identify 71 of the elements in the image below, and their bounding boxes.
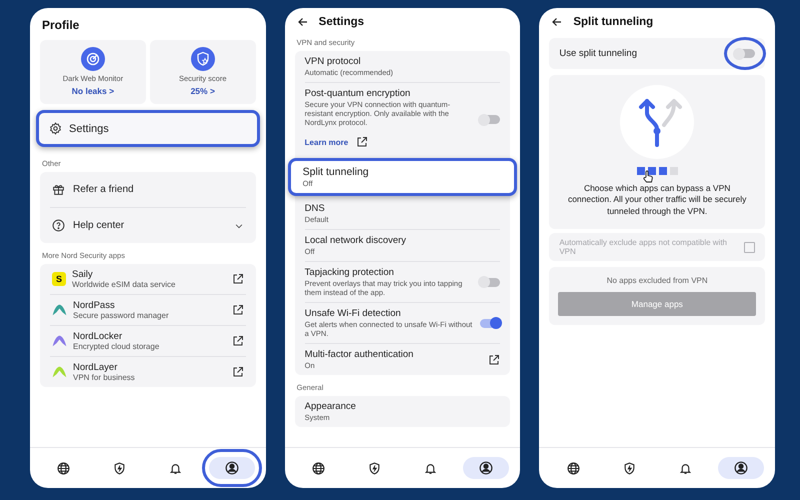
external-link-icon[interactable]	[356, 136, 368, 148]
app-item[interactable]: S Saily Worldwide eSIM data service	[50, 264, 246, 294]
learn-more-link[interactable]: Learn more	[304, 138, 348, 146]
app-description: VPN for business	[73, 373, 136, 382]
shield-bolt-icon	[113, 462, 126, 474]
app-item[interactable]: NordLocker Encrypted cloud storage	[50, 325, 246, 356]
intro-text: Choose which apps can bypass a VPN connection. All your other traffic will be securely tunneled through the VPN.	[566, 183, 748, 218]
help-icon	[52, 219, 65, 232]
gift-icon	[52, 183, 65, 196]
menu-label: Refer a friend	[73, 184, 135, 195]
setting-title: Appearance	[304, 401, 357, 412]
person-icon	[224, 461, 239, 475]
external-link-icon[interactable]	[232, 366, 244, 378]
app-name: NordLayer	[73, 362, 118, 373]
app-description: Secure password manager	[73, 311, 170, 320]
screen-title: Profile	[42, 18, 80, 32]
shield-bolt-icon	[622, 462, 636, 474]
person-icon	[734, 461, 748, 475]
app-logo: S	[52, 272, 66, 286]
bell-icon	[678, 462, 692, 474]
menu-item[interactable]: Help center	[50, 207, 246, 243]
app-name: NordPass	[73, 300, 116, 311]
hand-cursor-icon	[642, 170, 654, 183]
screen-title: Settings	[318, 16, 364, 28]
toggle-switch[interactable]	[480, 278, 500, 286]
checkbox-label: Automatically exclude apps not compatible with VPN	[559, 238, 728, 256]
settings-row[interactable]: Use split tunneling	[549, 38, 766, 69]
globe-icon	[566, 462, 580, 474]
toggle-switch[interactable]	[735, 49, 756, 58]
settings-item[interactable]: Settings	[36, 110, 260, 147]
external-link-icon[interactable]	[232, 304, 244, 316]
stat-link[interactable]: 25% >	[190, 86, 215, 96]
radar-icon	[80, 47, 105, 71]
external-link-icon[interactable]	[232, 273, 244, 285]
globe-icon	[57, 462, 70, 474]
person-icon	[479, 461, 494, 475]
toggle-switch[interactable]	[480, 318, 500, 328]
page-indicator[interactable]	[648, 167, 656, 175]
app-description: Worldwide eSIM data service	[72, 280, 176, 289]
nav-tab[interactable]	[463, 457, 510, 479]
setting-title: Split tunneling	[302, 166, 370, 178]
stat-link[interactable]: No leaks >	[72, 86, 114, 96]
screen-title: Split tunneling	[573, 16, 654, 28]
menu-item[interactable]: Refer a friend	[50, 172, 246, 207]
bell-icon	[169, 462, 182, 474]
setting-title: Tapjacking protection	[304, 267, 395, 278]
setting-title: DNS	[304, 203, 326, 214]
setting-title: Use split tunneling	[559, 48, 638, 59]
back-arrow-icon[interactable]	[551, 16, 564, 28]
globe-icon	[312, 462, 326, 474]
app-item[interactable]: NordPass Secure password manager	[50, 294, 246, 325]
toggle-switch[interactable]	[480, 115, 500, 124]
app-name: NordLocker	[73, 331, 124, 342]
back-arrow-icon[interactable]	[296, 16, 309, 28]
setting-title: Unsafe Wi-Fi detection	[304, 308, 402, 319]
app-item[interactable]: NordLayer VPN for business	[50, 356, 246, 387]
setting-title: Post-quantum encryption	[304, 88, 412, 99]
nav-tab[interactable]	[718, 457, 764, 479]
setting-title: VPN protocol	[304, 56, 362, 67]
app-name: Saily	[72, 269, 94, 280]
shield-bolt-icon	[368, 462, 382, 474]
external-link-icon[interactable]	[488, 354, 500, 366]
settings-icon	[49, 122, 62, 135]
external-link-icon[interactable]	[232, 335, 244, 347]
app-description: Encrypted cloud storage	[73, 342, 160, 351]
setting-title: Local network discovery	[304, 235, 408, 246]
nav-tab[interactable]	[208, 457, 255, 479]
bell-icon	[424, 462, 437, 474]
setting-title: Multi-factor authentication	[304, 349, 414, 360]
empty-state-text: No apps excluded from VPN	[606, 276, 708, 286]
menu-label: Help center	[73, 220, 126, 231]
